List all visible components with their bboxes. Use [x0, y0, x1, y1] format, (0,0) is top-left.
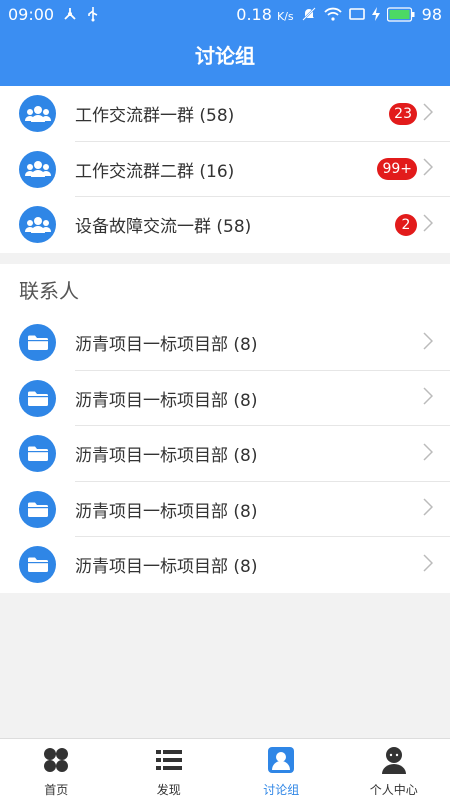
tab-discussion[interactable]: 讨论组	[225, 739, 338, 800]
contact-row[interactable]: 沥青项目一标项目部 (8)	[0, 371, 450, 426]
group-row[interactable]: 设备故障交流一群 (58) 2	[0, 197, 450, 253]
tab-label: 个人中心	[369, 783, 418, 797]
group-name: 工作交流群二群 (16)	[75, 161, 235, 182]
folder-icon	[19, 324, 56, 362]
contact-name: 沥青项目一标项目部 (8)	[75, 335, 258, 356]
chevron-right-icon	[423, 387, 434, 409]
group-avatar-icon	[19, 95, 56, 133]
bottom-tab-bar: 首页 发现 讨论组 个人中心	[0, 738, 450, 800]
group-list: 工作交流群一群 (58) 23 工作交流群二群 (16) 99+ 设备故障交流一…	[0, 86, 450, 253]
screen-icon	[348, 7, 365, 21]
chevron-right-icon	[423, 214, 434, 236]
usb-icon	[86, 6, 100, 22]
section-title: 联系人	[19, 279, 79, 303]
tab-discover[interactable]: 发现	[113, 739, 226, 800]
unread-badge: 99+	[377, 158, 417, 181]
folder-icon	[19, 546, 56, 584]
contact-row[interactable]: 沥青项目一标项目部 (8)	[0, 426, 450, 482]
group-name: 工作交流群一群 (58)	[75, 106, 235, 127]
charging-icon	[371, 7, 380, 21]
contact-name: 沥青项目一标项目部 (8)	[75, 501, 258, 522]
chevron-right-icon	[423, 443, 434, 465]
battery-icon	[386, 6, 415, 22]
contact-row[interactable]: 沥青项目一标项目部 (8)	[0, 482, 450, 537]
status-time: 09:00	[8, 4, 55, 24]
contact-name: 沥青项目一标项目部 (8)	[75, 557, 258, 578]
contact-card-icon	[267, 745, 295, 775]
contact-name: 沥青项目一标项目部 (8)	[75, 390, 258, 411]
group-avatar-icon	[19, 206, 56, 244]
tab-profile[interactable]: 个人中心	[338, 739, 450, 800]
chevron-right-icon	[423, 332, 434, 354]
network-speed: 0.18 K/s	[236, 4, 294, 24]
chevron-right-icon	[423, 158, 434, 180]
chevron-right-icon	[423, 498, 434, 520]
group-row[interactable]: 工作交流群二群 (16) 99+	[0, 142, 450, 197]
unread-badge: 23	[389, 102, 417, 125]
chevron-right-icon	[423, 103, 434, 125]
contact-name: 沥青项目一标项目部 (8)	[75, 446, 258, 467]
contact-row[interactable]: 沥青项目一标项目部 (8)	[0, 315, 450, 371]
list-icon	[155, 745, 182, 775]
contacts-section: 联系人 沥青项目一标项目部 (8) 沥青项目一标项目部 (8) 沥青项目一标项目…	[0, 264, 450, 593]
group-name: 设备故障交流一群 (58)	[75, 217, 252, 238]
folder-icon	[19, 490, 56, 528]
tab-home[interactable]: 首页	[0, 739, 113, 800]
folder-icon	[19, 379, 56, 417]
tab-label: 讨论组	[263, 783, 300, 797]
network-share-icon	[62, 6, 78, 22]
page-title: 讨论组	[195, 44, 255, 68]
battery-level: 98	[421, 4, 442, 24]
tab-label: 首页	[44, 783, 69, 797]
group-avatar-icon	[19, 150, 56, 188]
wifi-icon	[323, 7, 342, 21]
folder-icon	[19, 435, 56, 473]
person-icon	[381, 745, 407, 775]
contact-row[interactable]: 沥青项目一标项目部 (8)	[0, 537, 450, 593]
app-header: 09:00 0.18 K/s 98 讨论组	[0, 0, 450, 86]
group-row[interactable]: 工作交流群一群 (58) 23	[0, 86, 450, 142]
tab-label: 发现	[156, 783, 181, 797]
chevron-right-icon	[423, 554, 434, 576]
mute-bell-icon	[301, 6, 317, 22]
unread-badge: 2	[395, 213, 417, 236]
status-bar: 09:00 0.18 K/s 98	[0, 0, 450, 28]
grid-icon	[42, 745, 70, 775]
